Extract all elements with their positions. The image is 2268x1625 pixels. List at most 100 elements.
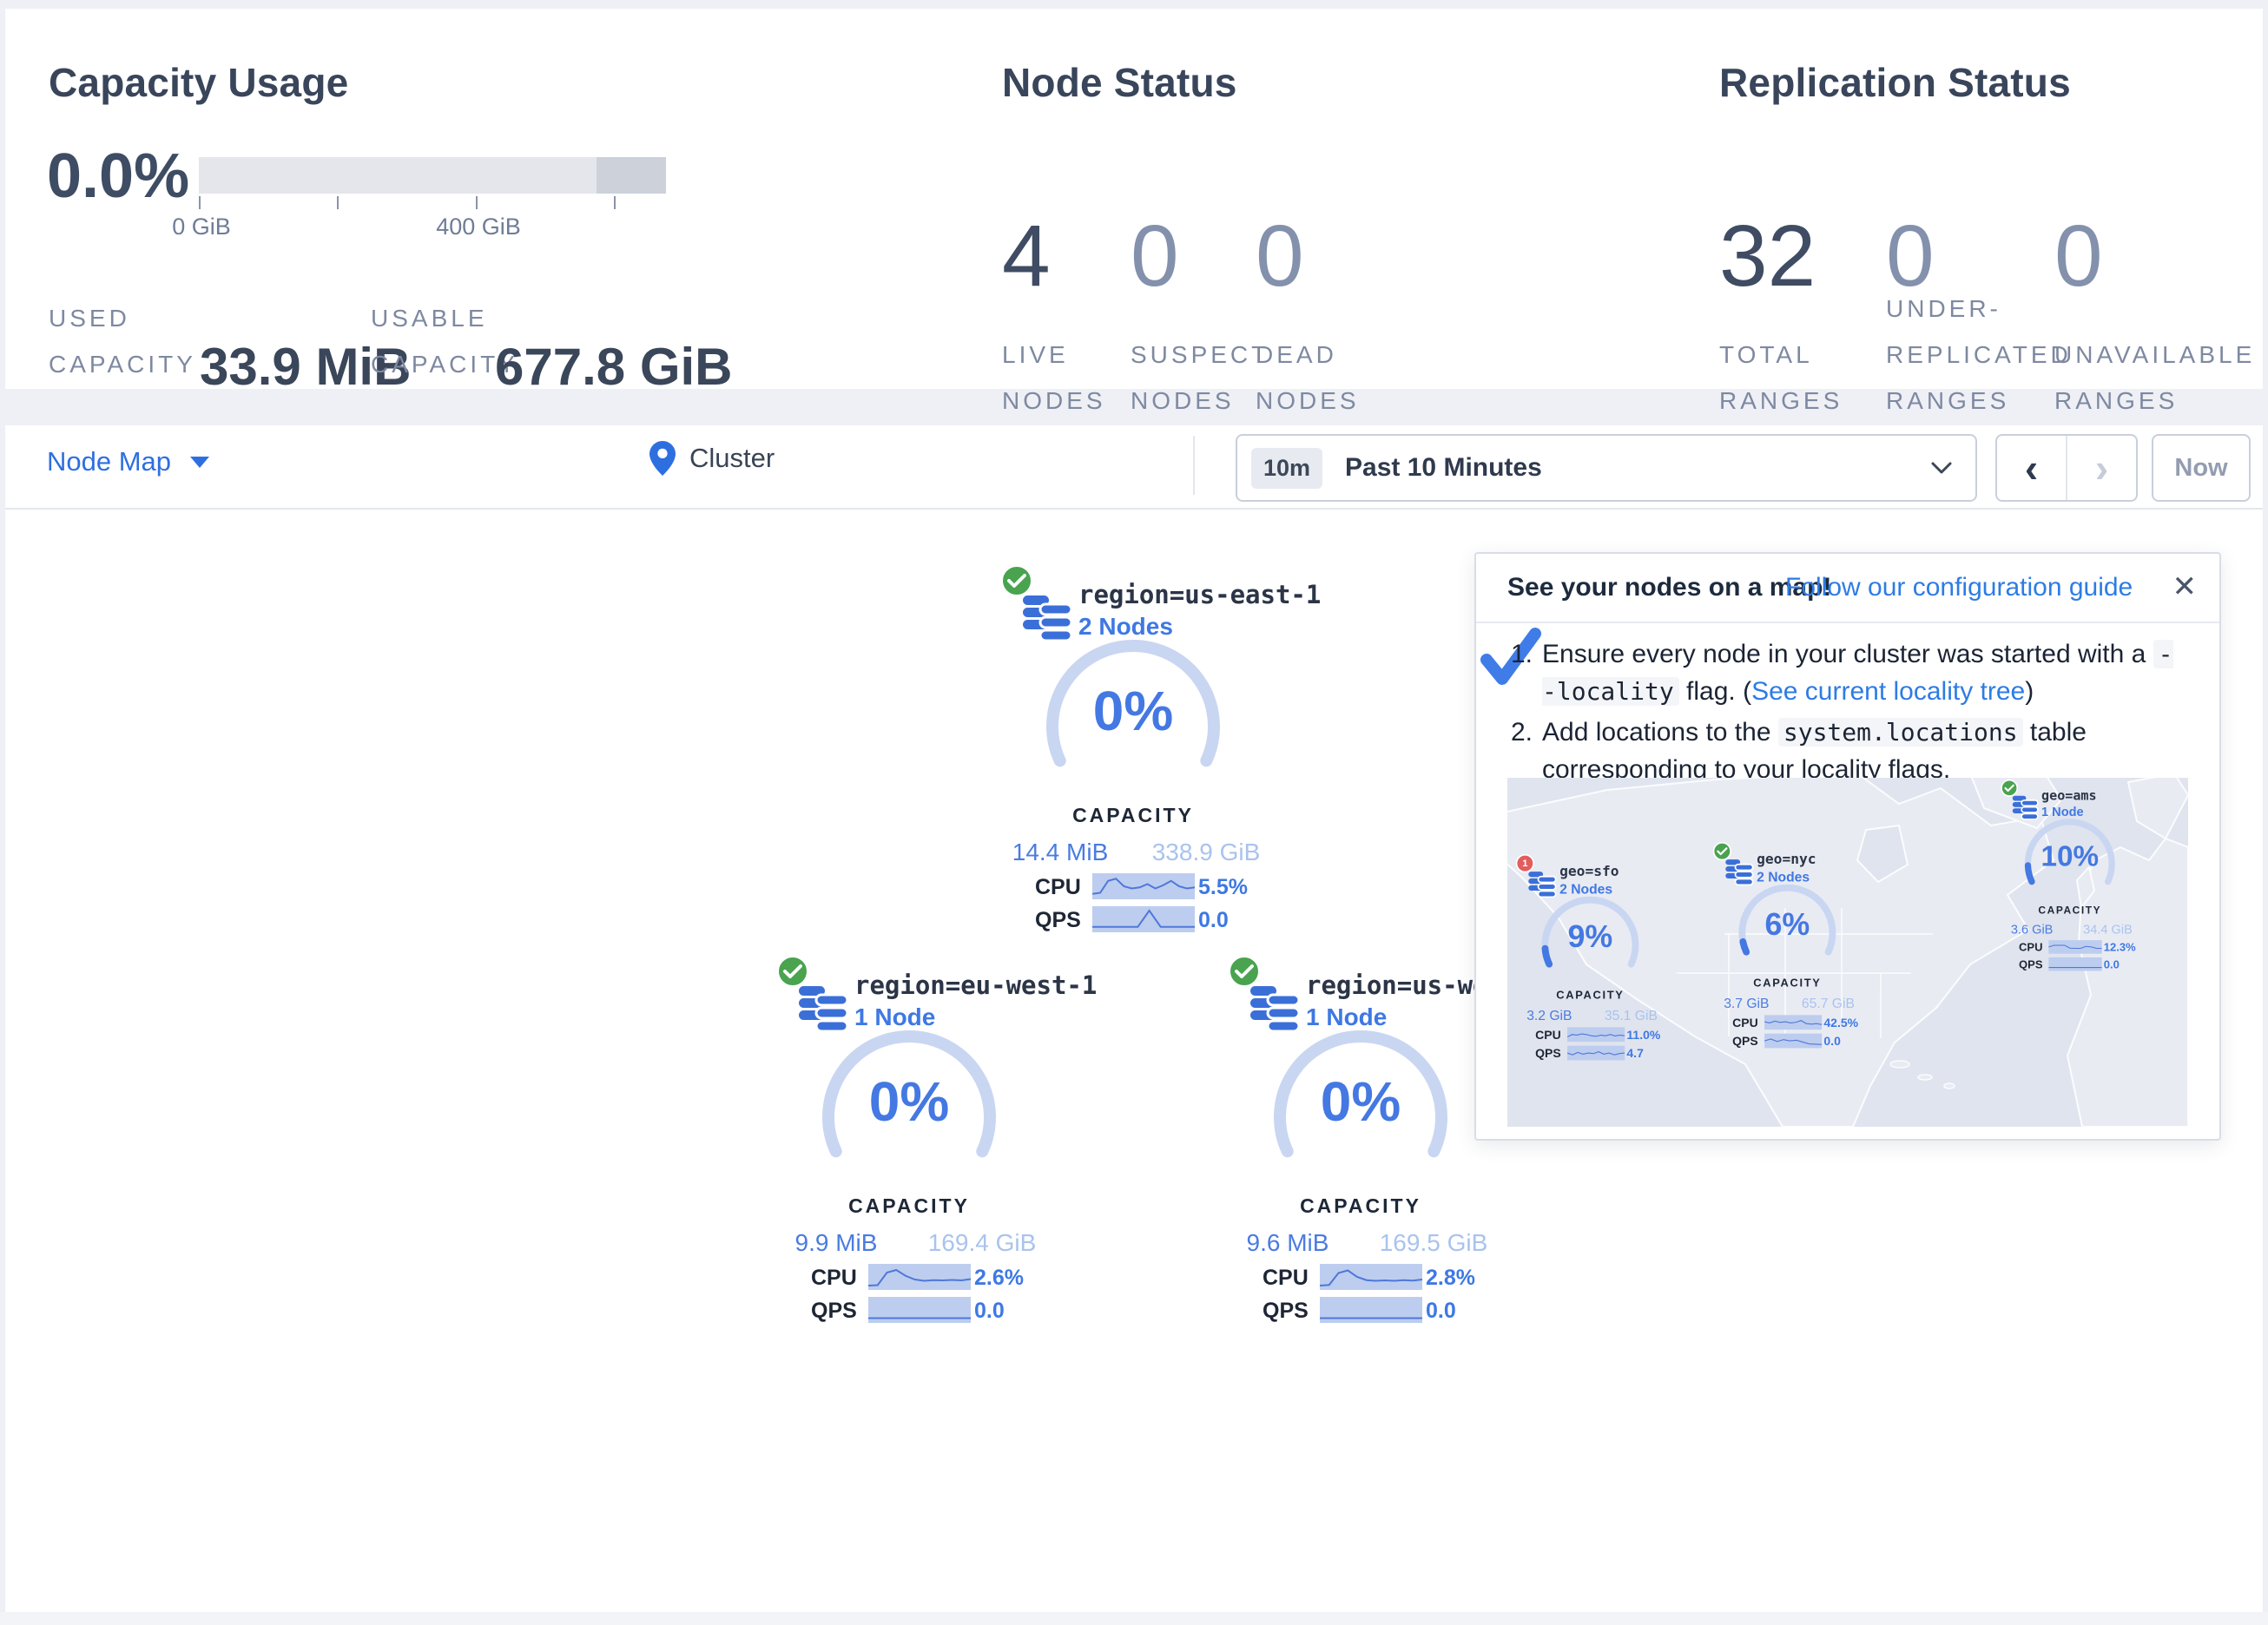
capacity-bar-reserved-segment [597, 157, 666, 194]
capacity-percent: 10% [1995, 839, 2145, 872]
view-selector-label: Node Map [47, 446, 171, 477]
region-node-widget[interactable]: region=eu-west-1 1 Node 0% CAPACITY 9.9 … [766, 955, 1052, 1254]
capacity-usage-heading: Capacity Usage [49, 59, 348, 106]
cpu-sparkline [1320, 1264, 1422, 1290]
axis-tick [476, 196, 478, 209]
cpu-label: CPU [1263, 1266, 1309, 1291]
total-ranges-label: TOTALRANGES [1719, 332, 1843, 424]
cpu-sparkline [1567, 1027, 1625, 1042]
axis-tick-label: 0 GiB [172, 214, 231, 240]
region-node-widget[interactable]: region=us-west-1 1 Node 0% CAPACITY 9.6 … [1217, 955, 1504, 1254]
replication-status-heading: Replication Status [1719, 59, 2071, 106]
cpu-value: 42.5% [1823, 1016, 1863, 1030]
cluster-summary-panel: Capacity Usage 0.0% 0 GiB 400 GiB USEDCA… [5, 9, 2263, 389]
qps-sparkline [868, 1297, 971, 1323]
setup-steps: 1. Ensure every node in your cluster was… [1511, 635, 2185, 792]
cpu-value: 5.5% [1198, 875, 1268, 900]
axis-tick [337, 196, 339, 209]
capacity-caption: CAPACITY [1995, 905, 2145, 917]
qps-value: 4.7 [1626, 1047, 1665, 1061]
cpu-label: CPU [2019, 941, 2042, 954]
cpu-sparkline [868, 1264, 971, 1290]
chevron-down-icon [190, 457, 209, 468]
cluster-overview-page: Capacity Usage 0.0% 0 GiB 400 GiB USEDCA… [0, 0, 2268, 1625]
region-node-widget[interactable]: geo=ams 1 Node 10% CAPACITY 3.6 GiB 34.4… [1995, 780, 2145, 935]
qps-label: QPS [2019, 958, 2042, 971]
region-node-widget[interactable]: geo=nyc 2 Nodes 6% CAPACITY 3.7 GiB 65.7… [1707, 842, 1868, 1010]
setup-step-1: 1. Ensure every node in your cluster was… [1511, 635, 2185, 710]
qps-sparkline [1320, 1297, 1422, 1323]
footer-strip [0, 1612, 2268, 1625]
capacity-percent-value: 0.0% [47, 141, 189, 212]
capacity-percent: 0% [766, 1069, 1052, 1134]
qps-label: QPS [1732, 1035, 1758, 1049]
time-range-select[interactable]: 10m Past 10 Minutes [1236, 434, 1977, 502]
capacity-percent: 9% [1510, 918, 1671, 954]
qps-sparkline [1764, 1034, 1822, 1049]
region-node-widget[interactable]: 1 geo=sfo 2 Nodes 9% CAPACITY 3.2 GiB 35… [1510, 854, 1671, 1022]
used-capacity-value: 3.7 GiB [1708, 996, 1786, 1011]
code-system-locations: system.locations [1778, 718, 2023, 747]
under-replicated-label: UNDER-REPLICATEDRANGES [1886, 286, 2072, 424]
region-label: geo=nyc [1757, 851, 1816, 867]
used-capacity-label: USEDCAPACITY [49, 295, 196, 387]
dead-nodes-label: DEADNODES [1256, 332, 1360, 424]
usable-capacity-value: 338.9 GiB [1137, 839, 1276, 866]
node-map-canvas: region=us-east-1 2 Nodes 0% CAPACITY 14.… [5, 510, 2263, 1612]
example-map-preview: 1 geo=sfo 2 Nodes 9% CAPACITY 3.2 GiB 35… [1507, 778, 2188, 1127]
qps-value: 0.0 [2104, 958, 2140, 971]
qps-sparkline [1092, 906, 1195, 932]
capacity-percent: 6% [1707, 906, 1868, 942]
capacity-caption: CAPACITY [1217, 1194, 1504, 1218]
dead-nodes-value: 0 [1256, 207, 1304, 306]
region-node-widget[interactable]: region=us-east-1 2 Nodes 0% CAPACITY 14.… [990, 564, 1276, 864]
node-status-heading: Node Status [1002, 59, 1237, 106]
usable-capacity-value: 169.4 GiB [913, 1229, 1052, 1257]
breadcrumb[interactable]: Cluster [649, 441, 775, 476]
used-capacity-value: 14.4 MiB [991, 839, 1130, 866]
cpu-label: CPU [1732, 1016, 1758, 1030]
axis-tick-label: 400 GiB [436, 214, 521, 240]
cpu-label: CPU [1535, 1028, 1561, 1042]
configuration-guide-link[interactable]: Follow our configuration guide [1785, 573, 2133, 602]
cpu-value: 11.0% [1626, 1028, 1665, 1042]
close-icon[interactable]: ✕ [2172, 569, 2198, 604]
now-button[interactable]: Now [2152, 434, 2251, 502]
time-range-badge: 10m [1251, 448, 1322, 489]
region-label: region=us-east-1 [1078, 580, 1321, 609]
map-toolbar: Node Map Cluster 10m Past 10 Minutes ‹ ›… [5, 425, 2263, 510]
used-capacity-value: 3.2 GiB [1511, 1008, 1589, 1023]
used-capacity-value: 9.6 MiB [1218, 1229, 1357, 1257]
cpu-sparkline [1764, 1015, 1822, 1030]
axis-tick [199, 196, 201, 209]
used-capacity-value: 9.9 MiB [767, 1229, 906, 1257]
location-pin-icon [649, 441, 676, 476]
qps-label: QPS [1035, 908, 1081, 933]
cpu-label: CPU [1035, 875, 1081, 900]
capacity-caption: CAPACITY [990, 804, 1276, 827]
time-forward-button[interactable]: › [2067, 436, 2136, 500]
used-capacity-value: 3.6 GiB [1996, 922, 2068, 937]
region-label: region=eu-west-1 [854, 970, 1097, 1000]
locality-tree-link[interactable]: See current locality tree [1751, 677, 2025, 706]
cpu-label: CPU [811, 1266, 857, 1291]
live-nodes-label: LIVENODES [1002, 332, 1106, 424]
qps-value: 0.0 [1198, 908, 1268, 933]
qps-label: QPS [1263, 1299, 1309, 1324]
live-nodes-value: 4 [1002, 207, 1051, 306]
region-label: geo=sfo [1559, 863, 1619, 879]
time-back-button[interactable]: ‹ [1997, 436, 2067, 500]
usable-capacity-value: 34.4 GiB [2072, 922, 2144, 937]
total-ranges-value: 32 [1719, 207, 1816, 306]
axis-tick [614, 196, 616, 209]
region-label: geo=ams [2041, 787, 2097, 803]
suspect-nodes-label: SUSPECTNODES [1131, 332, 1269, 424]
qps-label: QPS [1535, 1047, 1561, 1061]
time-step-controls: ‹ › [1995, 434, 2138, 502]
usable-capacity-value: 65.7 GiB [1790, 996, 1868, 1011]
qps-sparkline [1567, 1046, 1625, 1061]
capacity-bar [199, 157, 666, 194]
cpu-sparkline [2048, 940, 2101, 954]
view-selector-dropdown[interactable]: Node Map [47, 446, 209, 477]
popup-header: See your nodes on a map! Follow our conf… [1476, 554, 2219, 623]
